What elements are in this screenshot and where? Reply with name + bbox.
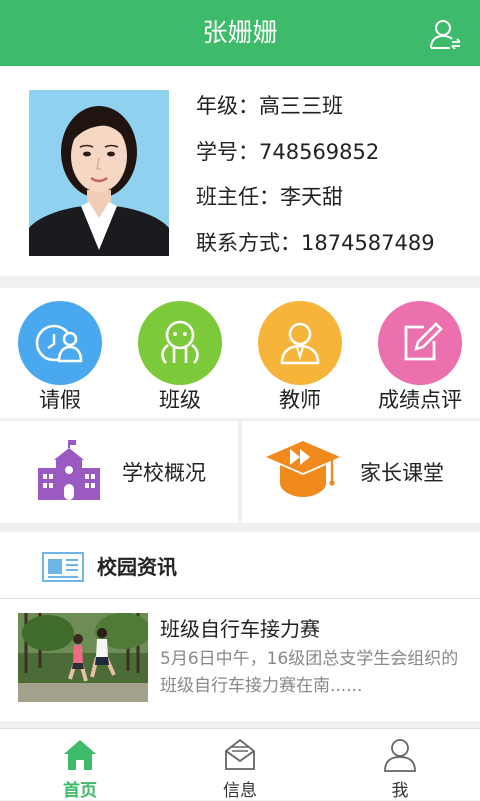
menu-item-teacher[interactable]: 教师 <box>240 288 360 418</box>
campus-news-title: 校园资讯 <box>97 555 177 579</box>
grade-label: 年级： <box>196 94 259 118</box>
school-overview-link[interactable]: 学校概况 <box>0 421 238 523</box>
tab-home-label: 首页 <box>63 781 97 801</box>
tab-me[interactable]: 我 <box>320 729 480 801</box>
news-item-summary: 5月6日中午，16级团总支学生会组织的班级自行车接力赛在南...... <box>160 649 459 696</box>
head-teacher-label: 班主任： <box>196 185 280 209</box>
tab-home[interactable]: 首页 <box>0 729 160 801</box>
parent-class-link[interactable]: 家长课堂 <box>242 421 480 523</box>
news-list-item[interactable]: 班级自行车接力赛 5月6日中午，16级团总支学生会组织的班级自行车接力赛在南..… <box>0 599 480 723</box>
news-thumbnail <box>18 613 148 702</box>
menu-label-class: 班级 <box>159 388 201 412</box>
menu-item-grade-review[interactable]: 成绩点评 <box>360 288 480 418</box>
menu-label-teacher: 教师 <box>279 388 321 412</box>
contact-label: 联系方式： <box>196 231 301 255</box>
menu-label-leave: 请假 <box>39 388 81 412</box>
tab-messages-label: 信息 <box>223 781 257 801</box>
menu-label-grade-review: 成绩点评 <box>378 388 462 412</box>
app-header: 张姗姗 <box>0 0 480 66</box>
school-building-icon <box>38 440 100 500</box>
edit-review-icon <box>378 301 462 385</box>
grade-value: 高三三班 <box>259 94 343 118</box>
feature-grid: 请假 班级 教师 成绩点评 <box>0 288 480 418</box>
parent-class-icon <box>266 441 340 497</box>
student-id-info: 学号：748569852 <box>196 136 379 166</box>
tab-messages[interactable]: 信息 <box>160 729 320 801</box>
student-id-label: 学号： <box>196 140 259 164</box>
school-overview-label: 学校概况 <box>122 461 206 485</box>
home-icon <box>64 740 96 770</box>
campus-news-header: 校园资讯 <box>0 532 480 599</box>
student-profile-card: 年级：高三三班 学号：748569852 班主任：李天甜 联系方式：187458… <box>0 66 480 276</box>
teacher-icon <box>258 301 342 385</box>
contact-info: 联系方式：1874587489 <box>196 227 435 257</box>
message-icon <box>225 738 255 770</box>
page-title: 张姗姗 <box>202 18 278 47</box>
switch-user-icon[interactable] <box>428 17 462 51</box>
tab-me-label: 我 <box>391 781 409 801</box>
news-item-title: 班级自行车接力赛 <box>160 617 320 641</box>
contact-value: 1874587489 <box>301 231 435 255</box>
class-group-icon <box>138 301 222 385</box>
bottom-tab-bar: 首页 信息 我 <box>0 728 480 801</box>
quick-links: 学校概况 家长课堂 <box>0 421 480 523</box>
calendar-person-icon <box>18 301 102 385</box>
parent-class-label: 家长课堂 <box>360 461 444 485</box>
profile-icon <box>384 739 416 772</box>
student-photo <box>29 90 169 256</box>
head-teacher-info: 班主任：李天甜 <box>196 181 343 211</box>
newspaper-icon <box>42 552 84 582</box>
head-teacher-value: 李天甜 <box>280 185 343 209</box>
grade-info: 年级：高三三班 <box>196 90 343 120</box>
student-id-value: 748569852 <box>259 140 380 164</box>
menu-item-class[interactable]: 班级 <box>120 288 240 418</box>
menu-item-leave[interactable]: 请假 <box>0 288 120 418</box>
